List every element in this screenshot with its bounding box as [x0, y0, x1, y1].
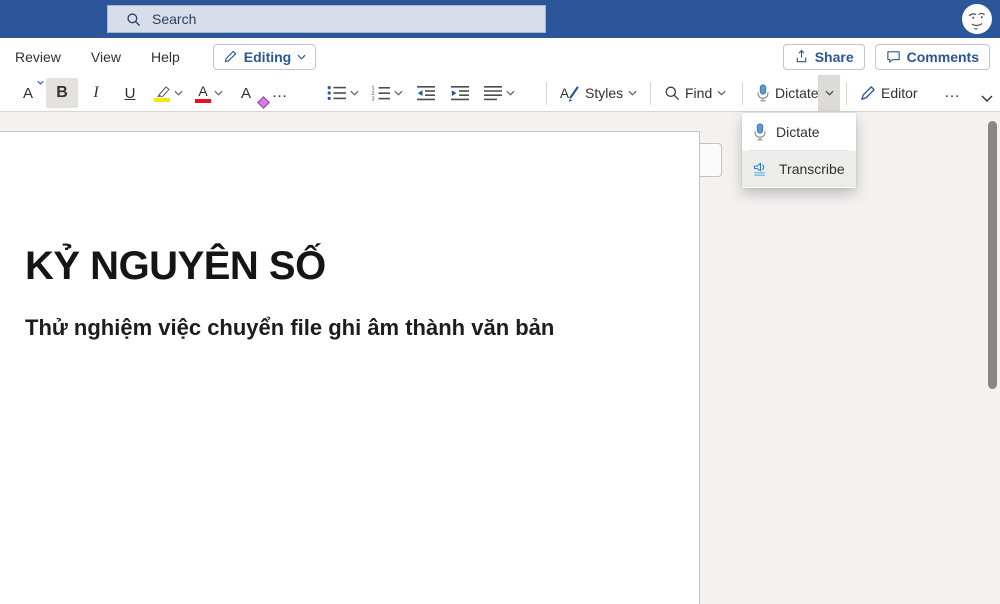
editor-button[interactable]: Editor	[853, 78, 924, 108]
svg-text:A: A	[560, 86, 569, 101]
dictate-dropdown-toggle[interactable]	[818, 75, 840, 111]
styles-button[interactable]: A Styles	[554, 78, 643, 108]
menubar-right-buttons: Share Comments	[783, 44, 990, 70]
editor-label: Editor	[881, 85, 918, 101]
comments-label: Comments	[907, 49, 979, 65]
alignment-button[interactable]	[478, 78, 520, 108]
chevron-down-icon	[628, 90, 637, 96]
search-icon	[126, 12, 141, 27]
numbered-list-icon: 1 2 3	[371, 85, 391, 101]
menubar: Review View Help Editing Share	[0, 38, 1000, 75]
avatar[interactable]	[962, 4, 992, 34]
font-color-icon: A	[195, 84, 211, 103]
increase-indent-button[interactable]	[444, 78, 476, 108]
toolbar-divider	[546, 82, 547, 105]
editing-label: Editing	[244, 49, 291, 65]
chevron-down-icon	[297, 54, 306, 60]
decrease-indent-button[interactable]	[410, 78, 442, 108]
comment-margin-tab[interactable]	[700, 143, 722, 177]
pencil-icon	[223, 49, 238, 64]
dictate-button[interactable]: Dictate	[750, 78, 825, 108]
ribbon-toolbar: A B I U A	[0, 75, 1000, 112]
tab-view[interactable]: View	[76, 38, 136, 75]
editing-mode-button[interactable]: Editing	[213, 44, 316, 70]
find-icon	[664, 85, 680, 101]
titlebar	[0, 0, 1000, 38]
paragraph-group: 1 2 3	[322, 78, 520, 108]
word-web-app: Review View Help Editing Share	[0, 0, 1000, 604]
document-heading[interactable]: KỶ NGUYÊN SỐ	[25, 244, 326, 289]
menu-item-label: Dictate	[776, 124, 820, 140]
bullet-list-button[interactable]	[322, 78, 364, 108]
font-group: A B I U A	[12, 78, 520, 108]
chevron-down-icon	[506, 90, 515, 96]
bold-button[interactable]: B	[46, 78, 78, 108]
comments-button[interactable]: Comments	[875, 44, 990, 70]
highlight-color-button[interactable]	[148, 78, 188, 108]
align-text-icon	[483, 85, 503, 101]
transcribe-icon	[753, 161, 770, 177]
decrease-indent-icon	[416, 85, 436, 101]
microphone-icon	[756, 84, 770, 102]
document-page[interactable]: KỶ NGUYÊN SỐ Thử nghiệm việc chuyển file…	[0, 131, 700, 604]
grow-font-button[interactable]: A	[12, 78, 44, 108]
highlighter-icon	[153, 85, 171, 102]
microphone-icon	[753, 123, 767, 141]
increase-indent-icon	[450, 85, 470, 101]
tab-review[interactable]: Review	[0, 38, 76, 75]
toolbar-divider	[742, 82, 743, 105]
chevron-down-icon	[717, 90, 726, 96]
chevron-down-icon	[174, 90, 183, 96]
vertical-scrollbar-thumb[interactable]	[988, 121, 997, 389]
menu-item-dictate[interactable]: Dictate	[742, 114, 856, 150]
numbered-list-button[interactable]: 1 2 3	[366, 78, 408, 108]
document-subtitle[interactable]: Thử nghiệm việc chuyển file ghi âm thành…	[25, 315, 554, 341]
italic-button[interactable]: I	[80, 78, 112, 108]
chevron-down-icon	[214, 90, 223, 96]
search-input[interactable]	[150, 10, 534, 28]
grow-font-letter: A	[23, 85, 33, 102]
underline-button[interactable]: U	[114, 78, 146, 108]
menu-item-transcribe[interactable]: Transcribe	[742, 151, 856, 187]
chevron-down-icon	[825, 90, 834, 96]
dictate-dropdown-menu: Dictate Transcribe	[742, 113, 856, 188]
comment-icon	[886, 49, 901, 64]
tab-help[interactable]: Help	[136, 38, 195, 75]
styles-icon: A	[560, 84, 580, 102]
avatar-face-icon	[962, 4, 992, 34]
share-icon	[794, 49, 809, 64]
styles-label: Styles	[585, 85, 623, 101]
chevron-down-icon	[394, 90, 403, 96]
clear-format-letter: A	[241, 85, 251, 102]
font-color-button[interactable]: A	[190, 78, 228, 108]
find-button[interactable]: Find	[658, 78, 732, 108]
chevron-down-icon	[350, 90, 359, 96]
find-label: Find	[685, 85, 712, 101]
share-label: Share	[815, 49, 854, 65]
search-box[interactable]	[107, 5, 546, 33]
bullet-list-icon	[327, 85, 347, 101]
svg-text:3: 3	[372, 96, 375, 101]
chevron-down-icon	[37, 80, 44, 85]
editor-pen-icon	[859, 85, 876, 102]
dictate-label: Dictate	[775, 85, 819, 101]
clear-formatting-button[interactable]: A	[230, 78, 262, 108]
toolbar-divider	[650, 82, 651, 105]
collapse-ribbon-chevron-icon[interactable]	[981, 95, 993, 103]
toolbar-divider	[846, 82, 847, 105]
ribbon-overflow-button[interactable]: …	[938, 78, 967, 108]
share-button[interactable]: Share	[783, 44, 865, 70]
menu-item-label: Transcribe	[779, 161, 845, 177]
